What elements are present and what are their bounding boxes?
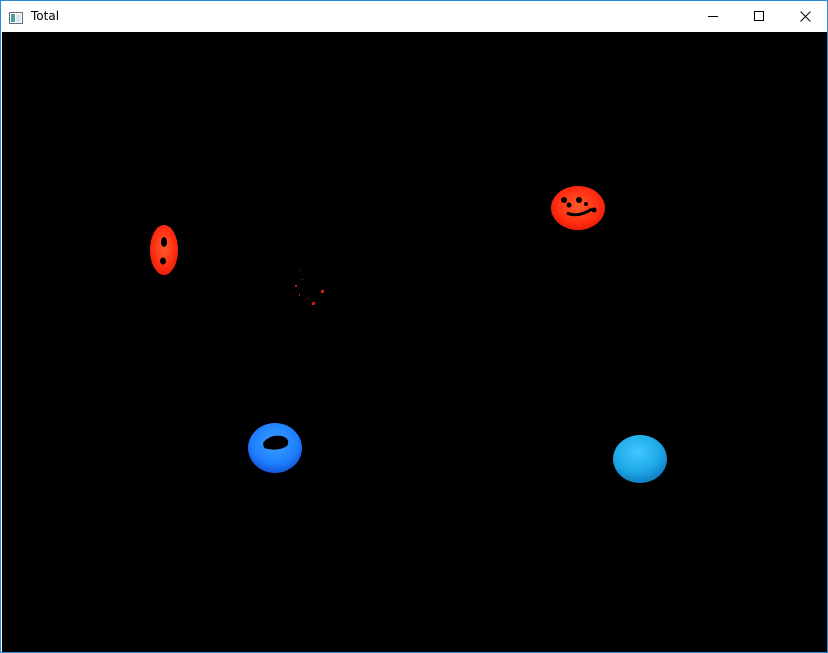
red-noise-specks bbox=[295, 270, 324, 305]
app-window: Total bbox=[0, 0, 828, 653]
cyan-blob-right bbox=[613, 435, 667, 483]
red-blob-right bbox=[551, 186, 605, 230]
maximize-icon bbox=[754, 11, 764, 21]
close-icon bbox=[799, 10, 811, 22]
minimize-button[interactable] bbox=[690, 1, 736, 31]
image-canvas bbox=[2, 32, 827, 652]
close-button[interactable] bbox=[782, 1, 828, 31]
app-window-icon bbox=[9, 9, 23, 24]
red-blob-left bbox=[150, 225, 178, 275]
title-bar[interactable]: Total bbox=[1, 1, 827, 31]
minimize-icon bbox=[708, 11, 718, 21]
blue-blob-left bbox=[248, 423, 302, 473]
maximize-button[interactable] bbox=[736, 1, 782, 31]
window-title: Total bbox=[31, 9, 60, 23]
